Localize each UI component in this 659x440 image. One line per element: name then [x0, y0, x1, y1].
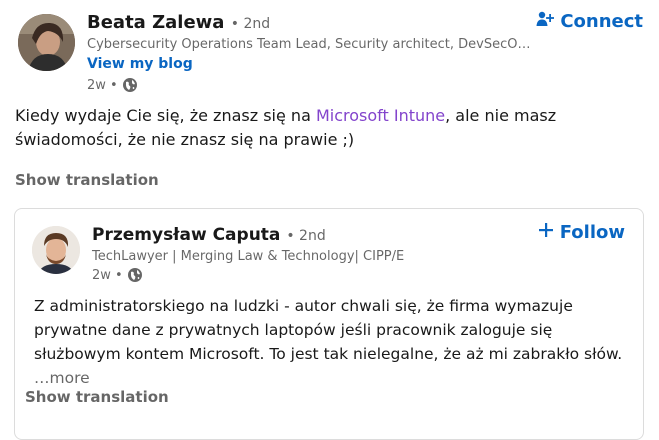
globe-icon: [122, 77, 138, 93]
author-name[interactable]: Beata Zalewa • 2nd: [87, 12, 270, 33]
follow-label: Follow: [559, 222, 625, 243]
reshared-post-body: Z administratorskiego na ludzki - autor …: [34, 294, 634, 390]
author-avatar[interactable]: [18, 14, 75, 71]
see-more-button[interactable]: …more: [34, 369, 90, 387]
post-time: 2w •: [87, 77, 118, 93]
author-headline: Cybersecurity Operations Team Lead, Secu…: [87, 37, 537, 52]
post-body: Kiedy wydaje Cie się, że znasz się na Mi…: [15, 104, 650, 152]
reshared-author-avatar[interactable]: [32, 226, 80, 274]
connect-label: Connect: [560, 11, 643, 32]
follow-button[interactable]: Follow: [538, 222, 625, 243]
reshared-author-name-text[interactable]: Przemysław Caputa: [92, 225, 280, 245]
reshared-author-name[interactable]: Przemysław Caputa • 2nd: [92, 225, 326, 245]
reshared-post-meta: 2w •: [92, 267, 143, 283]
connect-button[interactable]: Connect: [536, 10, 643, 33]
show-translation-button[interactable]: Show translation: [15, 171, 159, 189]
reshared-author-headline: TechLawyer | Merging Law & Technology| C…: [92, 249, 405, 264]
reshared-show-translation-button[interactable]: Show translation: [25, 388, 169, 406]
reshared-connection-degree: • 2nd: [286, 228, 326, 244]
post-text-before: Kiedy wydaje Cie się, że znasz się na: [15, 106, 316, 125]
connection-degree: • 2nd: [230, 16, 271, 32]
add-person-icon: [536, 10, 555, 33]
plus-icon: [538, 222, 554, 243]
reshared-post-text: Z administratorskiego na ludzki - autor …: [34, 297, 623, 363]
view-blog-link[interactable]: View my blog: [87, 56, 193, 72]
mention-link[interactable]: Microsoft Intune: [316, 106, 445, 125]
globe-icon: [127, 267, 143, 283]
author-name-text[interactable]: Beata Zalewa: [87, 12, 224, 33]
post-meta: 2w •: [87, 77, 138, 93]
reshared-post-time: 2w •: [92, 267, 123, 283]
